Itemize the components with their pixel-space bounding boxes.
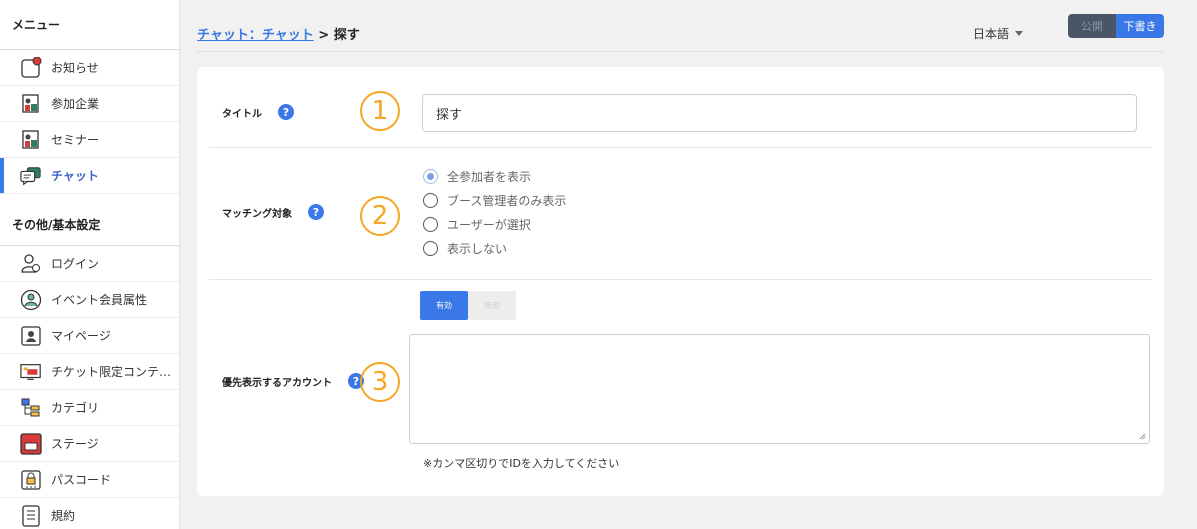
terms-icon — [20, 504, 42, 527]
matching-row-label: マッチング対象 ? — [222, 204, 324, 220]
language-label: 日本語 — [973, 27, 1010, 41]
sidebar-item-label: ステージ — [51, 437, 99, 451]
help-icon[interactable]: ? — [308, 204, 324, 220]
help-icon[interactable]: ? — [278, 104, 294, 120]
seminar-icon — [20, 129, 42, 151]
radio-label: 全参加者を表示 — [447, 169, 532, 184]
sidebar-item-label: マイページ — [51, 329, 111, 343]
category-icon — [20, 397, 42, 419]
priority-enable-toggle[interactable]: 有効 無効 — [420, 291, 516, 320]
draft-button[interactable]: 下書き — [1116, 14, 1164, 38]
language-select[interactable]: 日本語 — [973, 25, 1024, 42]
sidebar-item-label: パスコード — [51, 473, 112, 487]
sidebar-item-label: 規約 — [51, 509, 76, 523]
sidebar-item-label: 参加企業 — [51, 97, 100, 111]
sidebar-item-label: チケット限定コンテ… — [51, 365, 172, 379]
sidebar-item-label: カテゴリ — [51, 401, 100, 415]
notification-icon — [20, 56, 42, 79]
matching-label: マッチング対象 — [222, 208, 292, 220]
radio-unchecked-icon — [423, 192, 438, 208]
matching-radio-group: 全参加者を表示 ブース管理者のみ表示 ユーザーが選択 表示しない — [423, 164, 566, 260]
company-icon — [20, 93, 42, 115]
priority-row-label: 優先表示するアカウント ? — [222, 373, 364, 389]
disabled-button[interactable]: 無効 — [468, 291, 516, 320]
row-divider — [209, 147, 1152, 148]
sidebar-item-label: ログイン — [51, 257, 100, 271]
login-icon — [20, 253, 42, 275]
step-marker-3: 3 — [360, 362, 400, 402]
radio-option-all[interactable]: 全参加者を表示 — [423, 164, 566, 188]
stage-icon — [20, 432, 42, 455]
step-marker-1: 1 — [360, 91, 400, 131]
radio-label: 表示しない — [447, 241, 508, 256]
sidebar-item-seminar[interactable]: セミナー — [0, 122, 179, 158]
title-label: タイトル — [222, 108, 262, 120]
public-button[interactable]: 公開 — [1068, 14, 1116, 38]
sidebar-item-member-attributes[interactable]: イベント会員属性 — [0, 282, 179, 318]
sidebar-item-ticket-content[interactable]: チケット限定コンテ… — [0, 354, 179, 390]
priority-label: 優先表示するアカウント — [222, 377, 332, 389]
chevron-down-icon — [1015, 31, 1024, 36]
sidebar-item-companies[interactable]: 参加企業 — [0, 86, 179, 122]
sidebar-item-category[interactable]: カテゴリ — [0, 390, 179, 426]
sidebar-item-label: イベント会員属性 — [51, 293, 148, 307]
step-marker-2: 2 — [360, 196, 400, 236]
row-divider — [209, 279, 1152, 280]
sidebar-item-mypage[interactable]: マイページ — [0, 318, 179, 354]
breadcrumb-current: 探す — [333, 28, 360, 43]
breadcrumb-link[interactable]: チャット：チャット — [197, 28, 314, 43]
sidebar-item-chat[interactable]: チャット — [0, 158, 179, 194]
radio-option-booth-admin[interactable]: ブース管理者のみ表示 — [423, 188, 566, 212]
sidebar-item-news[interactable]: お知らせ — [0, 50, 179, 86]
publish-toggle[interactable]: 公開 下書き — [1068, 14, 1164, 38]
menu-section-title: メニュー — [0, 0, 179, 50]
breadcrumb: チャット：チャット > 探す — [197, 24, 360, 43]
priority-hint: ※カンマ区切りでIDを入力してください — [423, 457, 620, 470]
sidebar: メニュー お知らせ 参加企業 セミナー チャット その他/基本設定 ログイン イ… — [0, 0, 180, 529]
mypage-icon — [20, 325, 42, 347]
title-input[interactable] — [422, 94, 1137, 132]
resize-handle-icon[interactable] — [1139, 433, 1146, 440]
settings-card: タイトル ? 1 マッチング対象 ? 2 全参加者を表示 ブース管理者のみ表示 … — [197, 67, 1164, 496]
breadcrumb-separator: > — [318, 28, 330, 43]
radio-checked-icon — [423, 168, 438, 184]
member-attribute-icon — [20, 289, 42, 311]
radio-label: ユーザーが選択 — [447, 217, 531, 232]
sidebar-item-label: セミナー — [51, 133, 100, 147]
radio-unchecked-icon — [423, 240, 438, 256]
sidebar-item-login[interactable]: ログイン — [0, 246, 179, 282]
radio-label: ブース管理者のみ表示 — [447, 193, 567, 208]
ticket-content-icon — [20, 361, 42, 383]
priority-account-textarea[interactable] — [409, 334, 1150, 444]
passcode-icon — [20, 469, 42, 491]
sidebar-item-label: お知らせ — [51, 61, 99, 75]
sidebar-item-label: チャット — [51, 169, 99, 183]
sidebar-item-stage[interactable]: ステージ — [0, 426, 179, 462]
title-row-label: タイトル ? — [222, 104, 294, 120]
radio-option-hide[interactable]: 表示しない — [423, 236, 566, 260]
radio-unchecked-icon — [423, 216, 438, 232]
header-divider — [197, 51, 1164, 52]
sidebar-item-terms[interactable]: 規約 — [0, 498, 179, 529]
chat-icon — [20, 165, 42, 187]
enabled-button[interactable]: 有効 — [420, 291, 468, 320]
sidebar-item-passcode[interactable]: パスコード — [0, 462, 179, 498]
settings-section-title: その他/基本設定 — [0, 194, 179, 246]
radio-option-user-choice[interactable]: ユーザーが選択 — [423, 212, 566, 236]
